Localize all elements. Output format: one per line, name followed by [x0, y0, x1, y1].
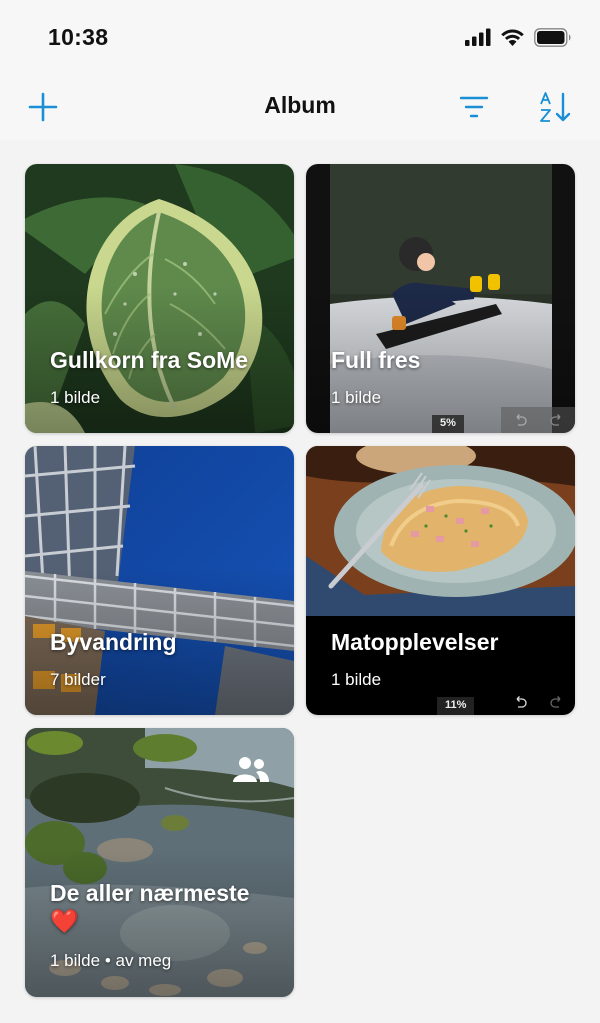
album-title: De aller nærmeste ❤️ — [50, 880, 250, 934]
filter-button[interactable] — [454, 89, 494, 125]
status-time: 10:38 — [48, 24, 109, 50]
undo-icon — [516, 696, 527, 708]
page-title: Album — [264, 92, 336, 118]
redo-icon — [549, 696, 560, 708]
album-card-matopplevelser[interactable]: Matopplevelser 1 bilde 11% — [306, 446, 575, 715]
filter-icon — [459, 96, 489, 118]
album-card-full-fres[interactable]: Full fres 1 bilde 5% — [306, 164, 575, 433]
album-title: Byvandring — [50, 629, 177, 655]
upload-progress-label: 5% — [432, 415, 464, 433]
album-title: Full fres — [331, 347, 421, 373]
album-photo-count: 7 bilder — [50, 670, 106, 689]
edit-controls — [501, 407, 575, 433]
status-icons — [465, 27, 572, 47]
cellular-signal-icon — [465, 28, 491, 46]
album-card-byvandring[interactable]: Byvandring 7 bilder — [25, 446, 294, 715]
redo-icon — [549, 414, 560, 426]
album-photo-count: 1 bilde • av meg — [50, 951, 172, 970]
sort-az-icon — [540, 92, 571, 122]
wifi-icon — [501, 29, 524, 46]
undo-button[interactable] — [501, 689, 538, 715]
battery-icon — [534, 27, 571, 47]
album-photo-count: 1 bilde — [50, 388, 101, 407]
nav-bar: Album — [0, 75, 600, 140]
album-photo-count: 1 bilde — [331, 388, 382, 407]
sort-button[interactable] — [536, 89, 576, 125]
status-bar: 10:38 — [0, 0, 600, 75]
upload-progress-label: 11% — [437, 697, 475, 715]
edit-controls — [501, 689, 575, 715]
album-title: Gullkorn fra SoMe — [50, 347, 249, 373]
people-icon — [233, 757, 269, 782]
album-photo-count: 1 bilde — [331, 670, 382, 689]
album-card-de-aller-naermeste[interactable]: De aller nærmeste ❤️ 1 bilde • av meg — [25, 728, 294, 997]
undo-icon — [516, 414, 527, 426]
album-title: Matopplevelser — [331, 629, 499, 655]
redo-button[interactable] — [538, 689, 575, 715]
album-card-gullkorn[interactable]: Gullkorn fra SoMe 1 bilde — [25, 164, 294, 433]
redo-button[interactable] — [538, 407, 575, 433]
undo-button[interactable] — [501, 407, 538, 433]
